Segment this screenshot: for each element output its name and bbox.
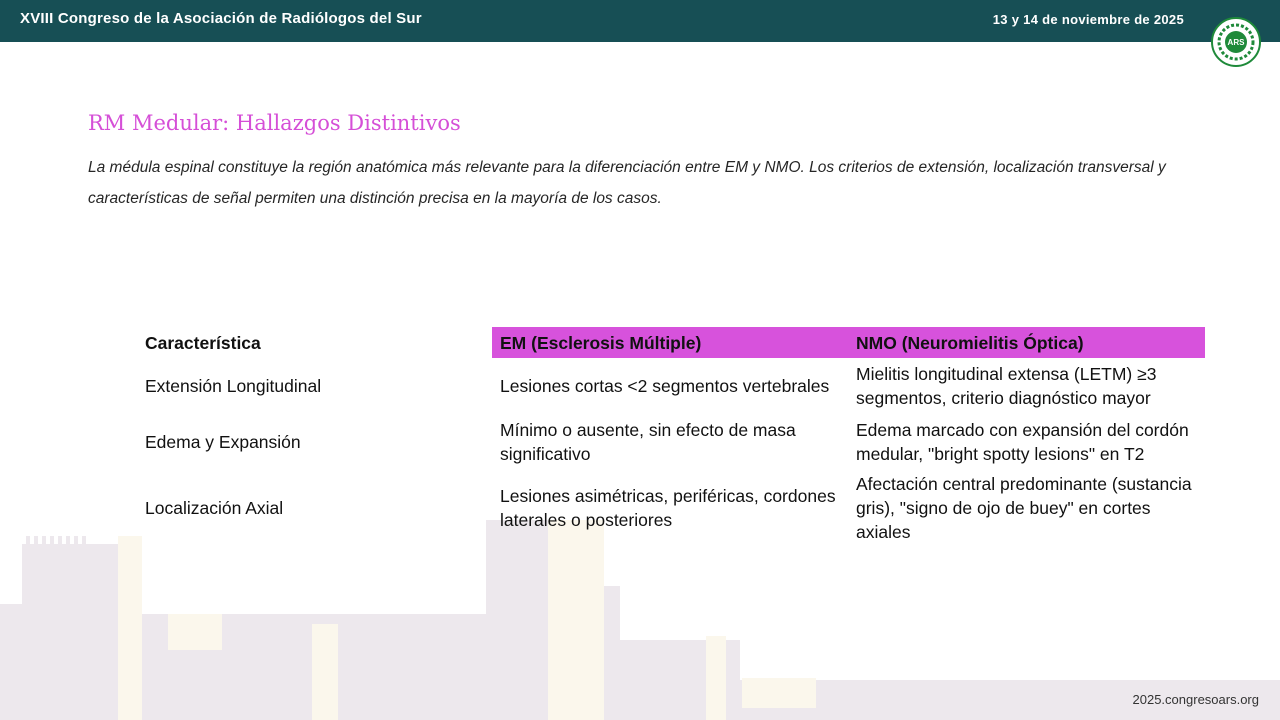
cell-nmo: Afectación central predominante (sustanc… — [856, 474, 1192, 542]
cell-em: Lesiones asimétricas, periféricas, cordo… — [500, 486, 836, 530]
cell-em: Mínimo o ausente, sin efecto de masa sig… — [500, 420, 796, 464]
event-title: XVIII Congreso de la Asociación de Radió… — [20, 10, 422, 27]
cell-feature: Edema y Expansión — [145, 432, 301, 452]
cell-nmo: Mielitis longitudinal extensa (LETM) ≥3 … — [856, 364, 1157, 408]
header-feature: Característica — [145, 332, 261, 353]
site-url: 2025.congresoars.org — [1132, 692, 1259, 707]
cell-feature: Extensión Longitudinal — [145, 376, 322, 396]
cell-em: Lesiones cortas <2 segmentos vertebrales — [500, 376, 830, 396]
comparison-table: Característica EM (Esclerosis Múltiple) … — [137, 327, 1205, 546]
event-dates: 13 y 14 de noviembre de 2025 — [992, 12, 1184, 27]
cell-nmo: Edema marcado con expansión del cordón m… — [856, 420, 1189, 464]
table-row: Extensión Longitudinal Lesiones cortas <… — [137, 358, 1205, 414]
slide-intro: La médula espinal constituye la región a… — [88, 159, 1166, 207]
table-header-row: Característica EM (Esclerosis Múltiple) … — [137, 327, 1205, 358]
slide-title: RM Medular: Hallazgos Distintivos — [88, 111, 461, 135]
table-row: Edema y Expansión Mínimo o ausente, sin … — [137, 414, 1205, 470]
ars-logo: ARS — [1211, 17, 1261, 67]
top-bar: XVIII Congreso de la Asociación de Radió… — [0, 0, 1280, 42]
header-em: EM (Esclerosis Múltiple) — [492, 327, 848, 358]
header-nmo: NMO (Neuromielitis Óptica) — [848, 327, 1205, 358]
logo-text: ARS — [1228, 38, 1246, 47]
table-row: Localización Axial Lesiones asimétricas,… — [137, 470, 1205, 546]
cell-feature: Localización Axial — [145, 498, 284, 518]
